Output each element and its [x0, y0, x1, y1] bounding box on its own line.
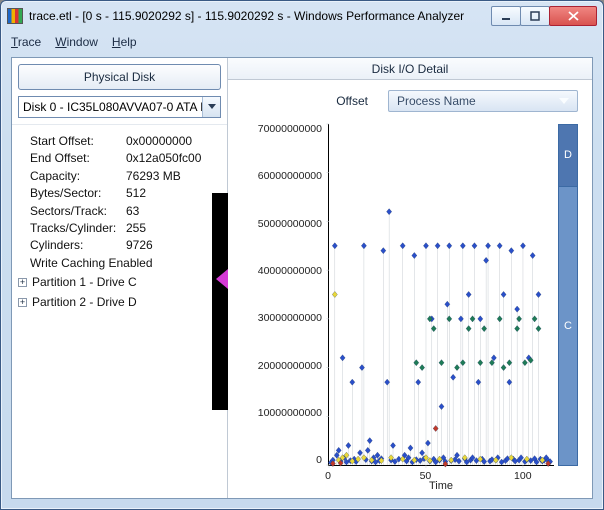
partition-bar: D C [558, 124, 578, 466]
plus-icon[interactable]: + [18, 278, 27, 287]
client-area: Physical Disk Disk 0 - IC35L080AVVA07-0 … [11, 57, 593, 499]
close-button[interactable] [549, 6, 597, 26]
triangle-down-icon [559, 94, 569, 108]
maximize-button[interactable] [520, 6, 550, 26]
scatter-plot[interactable] [328, 124, 554, 466]
x-ticks: 100500 Time [328, 470, 554, 492]
chart-title: Disk I/O Detail [228, 58, 592, 80]
minimize-button[interactable] [491, 6, 521, 26]
menu-help[interactable]: Help [112, 35, 137, 49]
chart-area: 7000000000060000000000500000000004000000… [228, 118, 584, 492]
menu-trace[interactable]: Trace [11, 35, 41, 49]
left-panel: Physical Disk Disk 0 - IC35L080AVVA07-0 … [12, 58, 228, 498]
chevron-down-icon [202, 97, 220, 117]
y-ticks: 7000000000060000000000500000000004000000… [228, 124, 322, 466]
right-panel: Disk I/O Detail Offset Process Name 7000… [228, 58, 592, 498]
main-window: trace.etl - [0 s - 115.9020292 s] - 115.… [0, 0, 604, 510]
partition2-row[interactable]: + Partition 2 - Drive D [18, 294, 215, 311]
y-axis-label: Offset [310, 94, 368, 108]
series-dropdown-value: Process Name [397, 94, 476, 108]
titlebar[interactable]: trace.etl - [0 s - 115.9020292 s] - 115.… [1, 1, 603, 31]
menubar: Trace Window Help [1, 31, 603, 53]
partition-c-segment[interactable]: C [558, 186, 578, 466]
app-icon [7, 8, 23, 24]
range-slider[interactable] [212, 193, 228, 410]
disk-select[interactable]: Disk 0 - IC35L080AVVA07-0 ATA D [18, 96, 221, 118]
disk-info: Start Offset:0x00000000 End Offset:0x12a… [12, 124, 227, 498]
write-caching-label: Write Caching Enabled [30, 255, 215, 272]
disk-select-value: Disk 0 - IC35L080AVVA07-0 ATA D [23, 100, 209, 114]
series-dropdown[interactable]: Process Name [388, 90, 578, 112]
menu-window[interactable]: Window [55, 35, 98, 49]
window-title: trace.etl - [0 s - 115.9020292 s] - 115.… [29, 9, 492, 23]
partition1-row[interactable]: + Partition 1 - Drive C [18, 274, 215, 291]
plus-icon[interactable]: + [18, 298, 27, 307]
partition-d-segment[interactable]: D [558, 124, 578, 186]
physical-disk-button[interactable]: Physical Disk [18, 64, 221, 90]
